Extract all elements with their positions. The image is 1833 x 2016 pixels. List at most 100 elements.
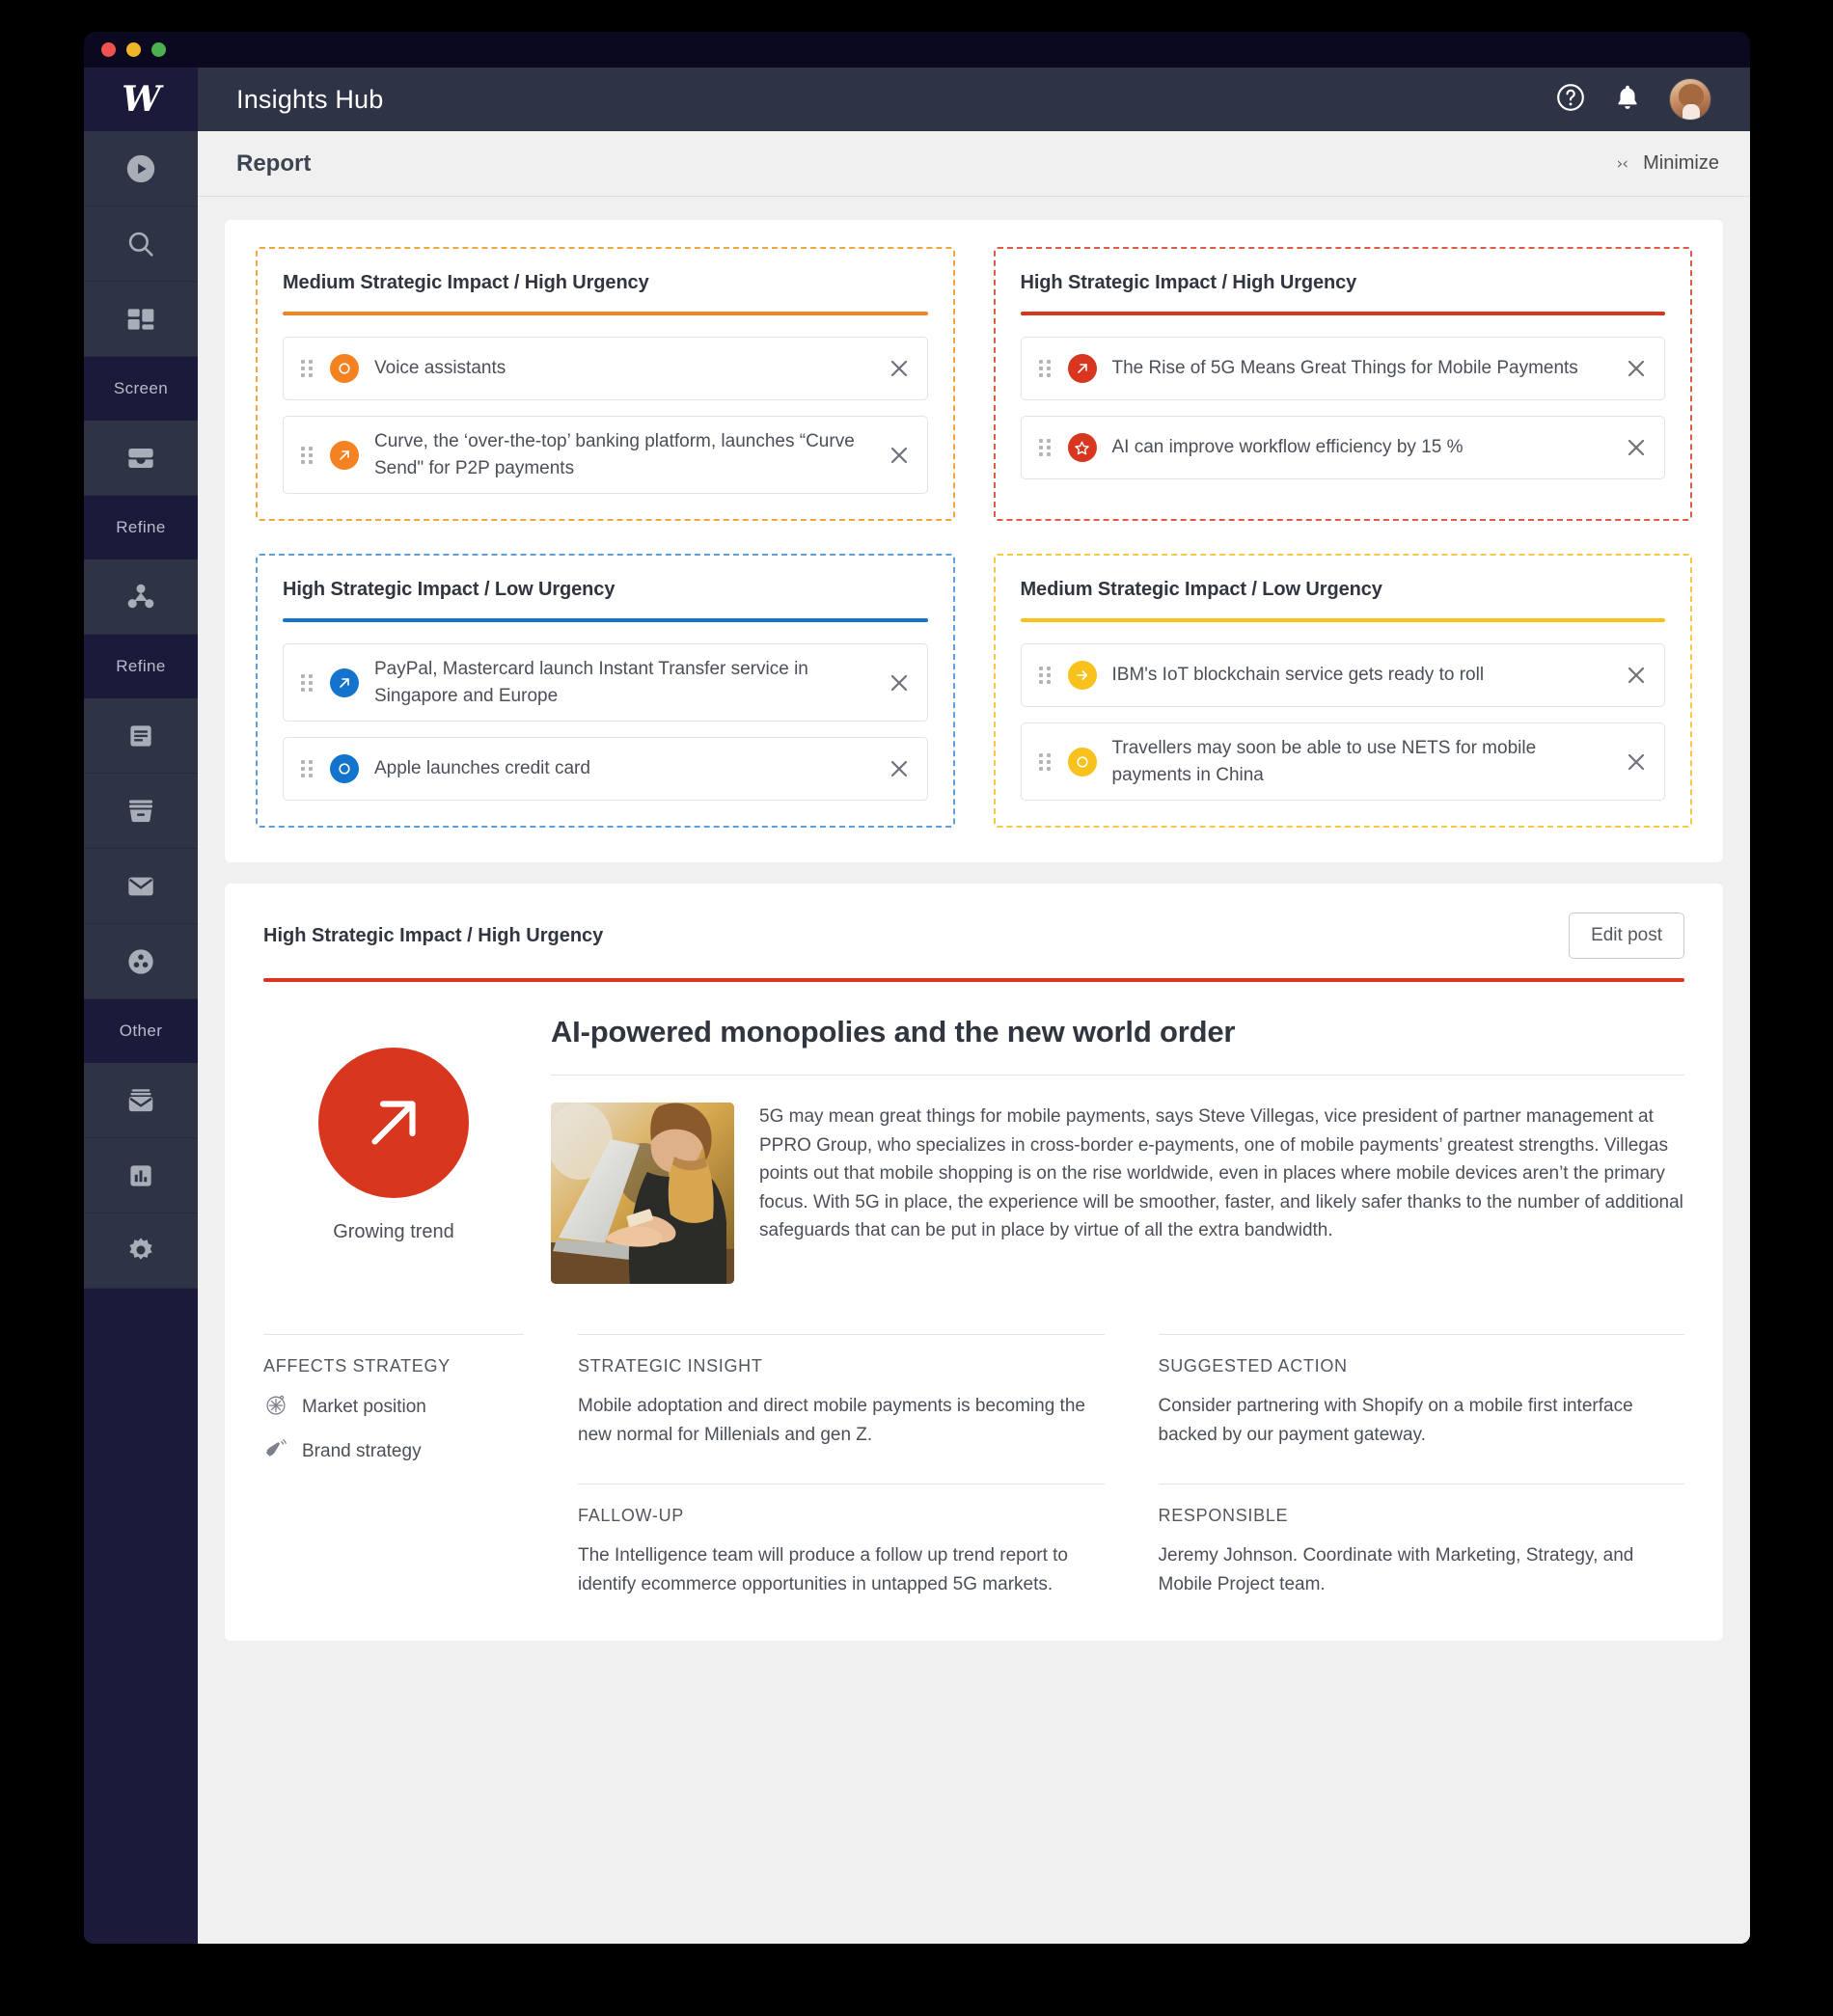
drag-grip-icon[interactable] <box>301 360 315 377</box>
close-x-icon[interactable] <box>885 354 914 383</box>
sidebar-section-label: Refine <box>116 657 166 675</box>
group-circle-icon <box>125 946 156 977</box>
list-item[interactable]: PayPal, Mastercard launch Instant Transf… <box>283 643 928 722</box>
article-thumbnail <box>551 1103 734 1285</box>
drag-grip-icon[interactable] <box>301 673 315 692</box>
strategy-tag[interactable]: Market position <box>263 1392 524 1423</box>
strategy-tag[interactable]: Brand strategy <box>263 1436 524 1467</box>
sidebar-item-group[interactable] <box>84 924 198 999</box>
window-titlebar <box>84 32 1750 68</box>
meta-grid: Affects strategy Market position <box>263 1334 1684 1598</box>
document-icon <box>126 722 155 750</box>
drag-grip-icon[interactable] <box>301 760 315 778</box>
article-title: AI-powered monopolies and the new world … <box>551 1015 1236 1049</box>
sidebar-item-settings[interactable] <box>84 1213 198 1289</box>
drag-grip-icon[interactable] <box>1038 439 1053 456</box>
close-x-icon[interactable] <box>885 441 914 470</box>
list-item-label: Travellers may soon be able to use NETS … <box>1111 738 1537 785</box>
brand-logo-glyph: W <box>122 79 160 120</box>
close-x-icon[interactable] <box>1622 661 1651 690</box>
window-minimize-button[interactable] <box>126 42 141 57</box>
close-x-icon[interactable] <box>1622 748 1651 776</box>
play-circle-icon <box>124 152 157 185</box>
bell-icon[interactable] <box>1613 83 1642 117</box>
bar-chart-icon <box>126 1161 155 1190</box>
edit-post-button[interactable]: Edit post <box>1569 913 1684 960</box>
detail-header: High Strategic Impact / High Urgency Edi… <box>263 913 1684 960</box>
mail-stack-icon <box>125 1085 156 1116</box>
sidebar-item-play[interactable] <box>84 131 198 206</box>
list-item-label: Voice assistants <box>374 358 506 379</box>
drag-grip-icon[interactable] <box>301 446 315 464</box>
list-item[interactable]: Travellers may soon be able to use NETS … <box>1020 722 1665 802</box>
arrow-up-right-icon <box>318 1048 469 1199</box>
list-item[interactable]: Voice assistants <box>283 337 928 400</box>
divider <box>551 1075 1684 1076</box>
strategic-insight-block: Strategic insight Mobile adoptation and … <box>578 1334 1105 1449</box>
detail-body: Growing trend AI-powered monopolies and … <box>263 1015 1684 1285</box>
gear-icon <box>125 1236 156 1267</box>
window-maximize-button[interactable] <box>151 42 166 57</box>
article-column: AI-powered monopolies and the new world … <box>524 1015 1684 1285</box>
list-item[interactable]: The Rise of 5G Means Great Things for Mo… <box>1020 337 1665 400</box>
list-item-label: The Rise of 5G Means Great Things for Mo… <box>1111 358 1578 379</box>
drag-grip-icon[interactable] <box>1038 667 1053 685</box>
strategy-tag-label: Market position <box>302 1397 426 1418</box>
report-title: Report <box>236 150 312 177</box>
meta-column-insight: Strategic insight Mobile adoptation and … <box>578 1334 1105 1598</box>
close-x-icon[interactable] <box>885 668 914 697</box>
megaphone-icon <box>263 1436 288 1467</box>
responsible-body: Jeremy Johnson. Coordinate with Marketin… <box>1158 1545 1634 1594</box>
arrow-up-right-icon <box>330 667 359 697</box>
close-x-icon[interactable] <box>1622 433 1651 462</box>
sidebar-item-dashboard[interactable] <box>84 282 198 357</box>
circle-outline-icon <box>1067 747 1097 776</box>
list-item-label: IBM's IoT blockchain service gets ready … <box>1111 665 1485 686</box>
topbar-actions <box>1555 78 1711 121</box>
sidebar-section-screen: Screen <box>84 357 198 421</box>
quadrant-card: High Strategic Impact / High Urgency The… <box>993 247 1692 522</box>
affects-strategy-block: Affects strategy Market position <box>263 1334 524 1467</box>
strategy-tag-label: Brand strategy <box>302 1441 422 1462</box>
sidebar-item-search[interactable] <box>84 206 198 282</box>
quadrant-accent-rule <box>283 312 928 315</box>
sidebar-item-analytics[interactable] <box>84 1138 198 1213</box>
close-x-icon[interactable] <box>1622 354 1651 383</box>
sidebar-item-archive[interactable] <box>84 774 198 849</box>
page-title: Insights Hub <box>236 84 384 114</box>
list-item[interactable]: IBM's IoT blockchain service gets ready … <box>1020 643 1665 708</box>
circle-outline-icon <box>330 754 359 784</box>
drag-grip-icon[interactable] <box>1038 752 1053 771</box>
arrow-up-right-icon <box>330 440 359 470</box>
list-item[interactable]: Apple launches credit card <box>283 737 928 802</box>
sidebar-logo[interactable]: W <box>84 68 198 131</box>
sidebar-section-label: Screen <box>113 379 169 397</box>
help-circle-icon[interactable] <box>1555 82 1586 118</box>
sidebar-item-inbox[interactable] <box>84 421 198 496</box>
sidebar-item-share[interactable] <box>84 559 198 635</box>
quadrant-card: Medium Strategic Impact / High Urgency V… <box>256 247 955 522</box>
sidebar-section-other: Other <box>84 999 198 1063</box>
window-close-button[interactable] <box>101 42 116 57</box>
main-area: Insights Hub Report ›‹ Minimize Medium S… <box>198 68 1750 1944</box>
close-x-icon[interactable] <box>885 754 914 783</box>
share-nodes-icon <box>125 582 156 613</box>
sidebar-item-document[interactable] <box>84 698 198 774</box>
app-window: W Screen Refine Refine Other Insights Hu… <box>84 32 1750 1944</box>
list-item-label: Apple launches credit card <box>374 758 590 779</box>
quadrant-panel: Medium Strategic Impact / High Urgency V… <box>225 220 1723 863</box>
sidebar-filler <box>84 1289 198 1944</box>
quadrant-accent-rule <box>1020 312 1665 315</box>
sidebar-item-mail-stack[interactable] <box>84 1063 198 1138</box>
detail-accent-rule <box>263 978 1684 983</box>
minimize-control[interactable]: ›‹ Minimize <box>1616 152 1719 175</box>
list-item[interactable]: Curve, the ‘over-the-top’ banking platfo… <box>283 416 928 495</box>
sidebar: W Screen Refine Refine Other <box>84 68 198 1944</box>
sidebar-item-mail[interactable] <box>84 849 198 924</box>
avatar[interactable] <box>1669 78 1711 121</box>
list-item[interactable]: AI can improve workflow efficiency by 15… <box>1020 416 1665 479</box>
suggested-action-body: Consider partnering with Shopify on a mo… <box>1158 1396 1633 1445</box>
arrow-up-right-icon <box>1067 354 1097 383</box>
drag-grip-icon[interactable] <box>1038 360 1053 377</box>
meta-column-strategy: Affects strategy Market position <box>263 1334 524 1598</box>
